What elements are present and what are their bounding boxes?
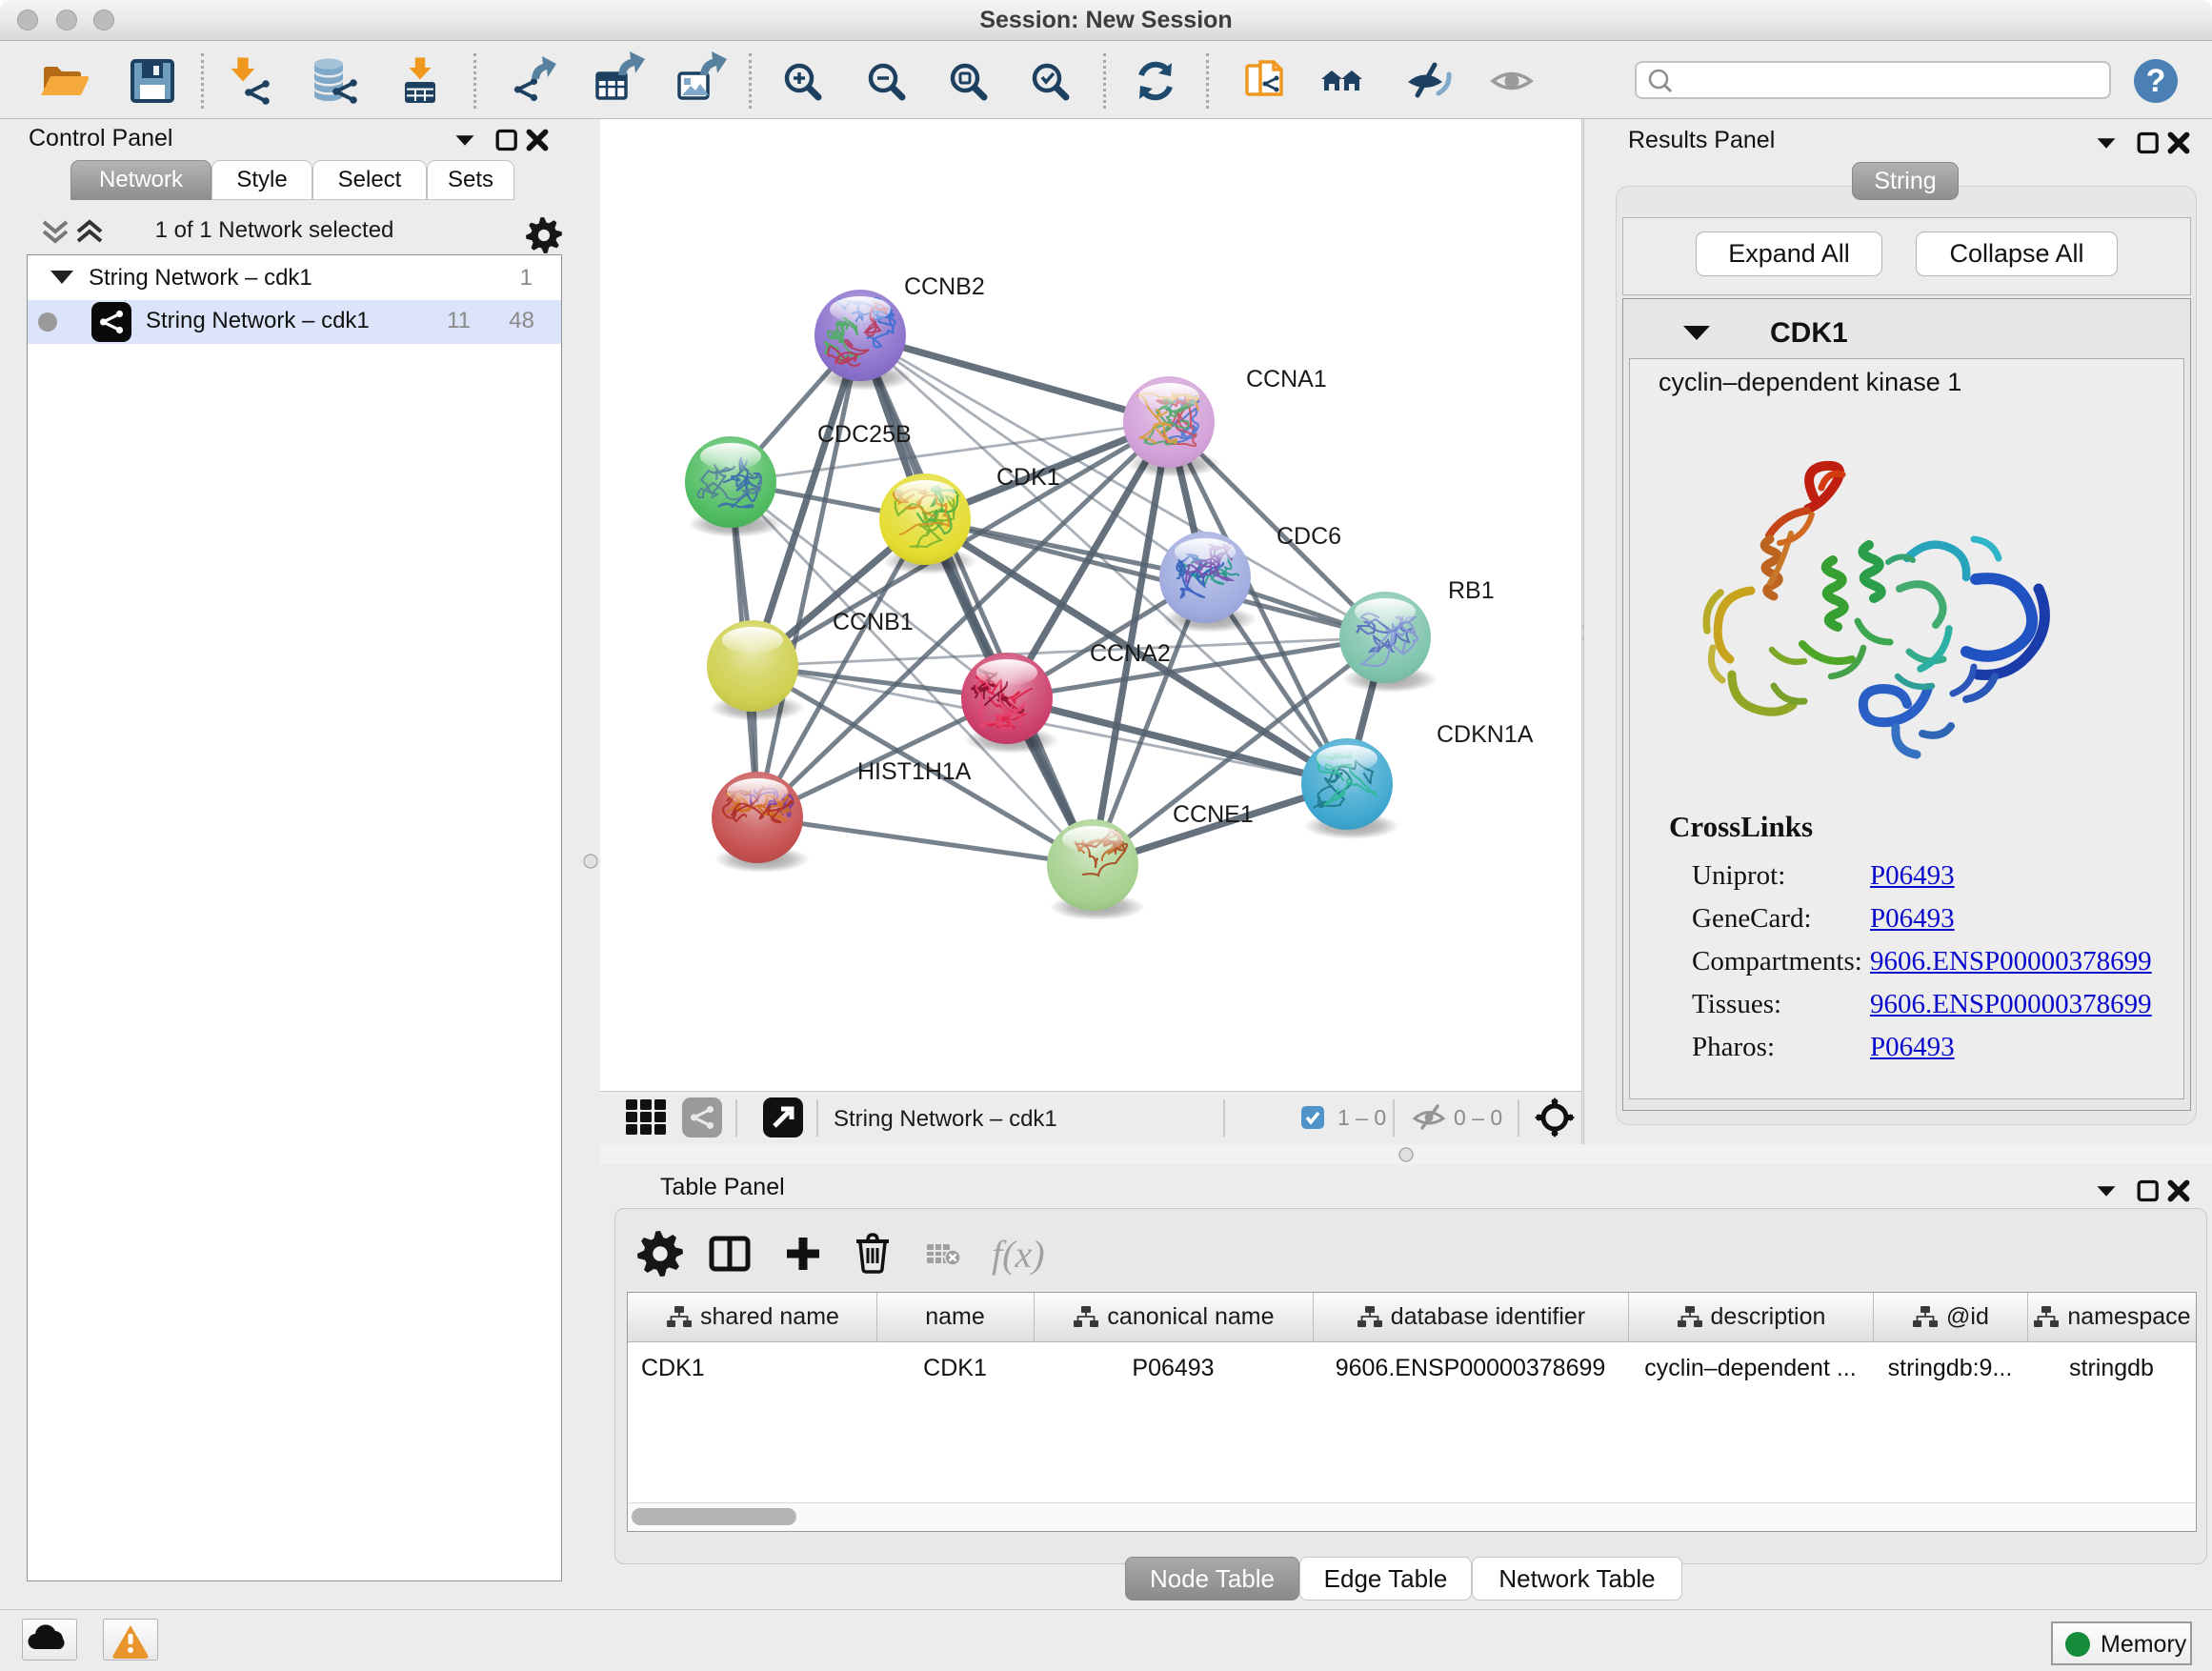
svg-text:CDC25B: CDC25B [817, 421, 912, 448]
svg-text:CDK1: CDK1 [996, 464, 1060, 491]
svg-text:CCNA1: CCNA1 [1246, 366, 1327, 393]
svg-text:CCNA2: CCNA2 [1090, 640, 1171, 667]
svg-text:?: ? [2146, 63, 2166, 99]
svg-text:HIST1H1A: HIST1H1A [857, 758, 972, 785]
svg-text:CCNB2: CCNB2 [904, 273, 985, 300]
svg-text:CCNB1: CCNB1 [833, 609, 914, 635]
svg-text:0 – 0: 0 – 0 [1454, 1105, 1502, 1130]
svg-text:RB1: RB1 [1448, 577, 1495, 604]
svg-text:CDKN1A: CDKN1A [1437, 721, 1534, 748]
svg-text:CCNE1: CCNE1 [1173, 801, 1254, 828]
svg-text:1 – 0: 1 – 0 [1337, 1105, 1386, 1130]
svg-text:CDC6: CDC6 [1277, 523, 1341, 550]
svg-text:String Network – cdk1: String Network – cdk1 [834, 1106, 1057, 1132]
svg-text:f(x): f(x) [992, 1233, 1045, 1276]
